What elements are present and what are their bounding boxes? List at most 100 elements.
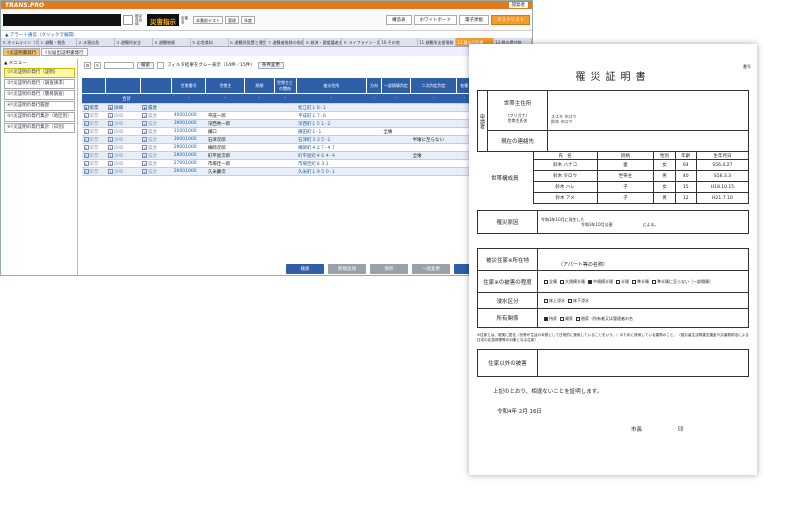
bottom-button-0[interactable]: 検索 [286, 264, 324, 274]
ownership_options-option[interactable]: 借家（所有者又は管理者の名 [573, 316, 633, 321]
form-button[interactable]: ▪ 帳票 [81, 143, 106, 152]
disaster-name-field[interactable]: 本番前テスト [193, 15, 223, 24]
step-tab-7[interactable]: ７.避難者推移の指導 [266, 38, 305, 46]
damage_options-option[interactable]: 準半壊に至らない（一部損壊） [649, 279, 713, 284]
checkbox-icon[interactable] [616, 280, 620, 284]
form-button[interactable]: ▪ 帳票 [81, 119, 106, 128]
menu-item-2[interactable]: ③ﾘ災証明の発行（簡易調査） [4, 90, 75, 100]
alert-link[interactable]: ▲ アラート通信（クリックで展開） [1, 31, 532, 38]
history-button[interactable]: ▪ 履歴 [140, 143, 172, 152]
header-select-button[interactable] [123, 14, 133, 25]
history-button[interactable]: ▪ 履歴 [140, 111, 172, 120]
year-field[interactable]: 年度 [241, 15, 255, 24]
step-tab-0[interactable]: ０.タイムライン（クロノロジー） [1, 38, 39, 46]
menu-item-4[interactable]: ⑤ﾘ災証明の発行集計（地区別） [4, 112, 75, 122]
menu-item-3[interactable]: ④ﾘ災証明の発行履歴 [4, 101, 75, 111]
history-button[interactable]: ▪ 履歴 [140, 167, 172, 176]
column-header-2[interactable] [139, 77, 173, 94]
detail-button[interactable]: ▪ 詳細 [105, 151, 140, 160]
step-tab-1[interactable]: １.避難・救急 [39, 38, 77, 46]
bottom-button-2[interactable]: 保存 [370, 264, 408, 274]
step-tab-11[interactable]: 11.避難所支援情報 [418, 38, 457, 46]
damage_options-option[interactable]: 中規模半壊 [585, 279, 613, 284]
step-tab-9[interactable]: ９.ライフライン・通信 [342, 38, 381, 46]
form-button[interactable]: ▪ 帳票 [81, 127, 106, 136]
history-button[interactable]: ▪ 履歴 [140, 159, 172, 168]
column-header-4[interactable]: 世帯主 [205, 77, 246, 94]
damage_options-option[interactable]: 準半壊 [629, 279, 649, 284]
form-button[interactable]: ▪ 帳票 [81, 159, 106, 168]
form-button[interactable]: ▪ 帳票 [81, 167, 106, 176]
menu-item-0[interactable]: ①ﾘ災証明の発行（証明） [4, 68, 75, 78]
tab-certificate-issue[interactable]: ﾘ災証明書発行 [3, 48, 41, 56]
flood_options-option[interactable]: 床下浸水 [565, 298, 589, 303]
bottom-button-3[interactable]: 一括変更 [412, 264, 450, 274]
history-button[interactable]: ▪ 履歴 [140, 135, 172, 144]
detail-button[interactable]: ▪ 詳細 [105, 143, 140, 152]
checkbox-icon[interactable] [652, 280, 656, 284]
history-button[interactable]: ▪ 履歴 [140, 127, 172, 136]
mgr-field[interactable]: 管理 [225, 15, 239, 24]
tab-report-certificate-issue[interactable]: ﾘ災届出証明書発行 [41, 48, 88, 56]
column-header-6[interactable]: 世帯主との関係 [273, 77, 297, 94]
detail-button[interactable]: ▪ 詳細 [105, 127, 140, 136]
tasklist-button[interactable]: タスクリスト [491, 14, 530, 25]
step-tab-2[interactable]: ２.水害応急 [77, 38, 115, 46]
detail-button[interactable]: ▪ 詳細 [105, 159, 140, 168]
ownership_options-option[interactable]: 持家 [541, 316, 557, 321]
column-header-7[interactable]: 被災住所 [295, 77, 368, 94]
detail-button[interactable]: ▪ 詳細 [105, 111, 140, 120]
damage_options-option[interactable]: 大規模半壊 [557, 279, 585, 284]
ownership_options-option[interactable]: 貸家 [557, 316, 573, 321]
checkbox-icon[interactable] [544, 316, 548, 321]
form-button[interactable]: ▪ 帳票 [81, 135, 106, 144]
structure-button[interactable]: 構造表 [386, 14, 412, 25]
whiteboard-button[interactable]: ホワイトボード [413, 14, 457, 25]
column-header-10[interactable]: 二次判定判定 [410, 77, 458, 94]
history-button[interactable]: ▪ 履歴 [140, 151, 172, 160]
history-button[interactable]: ▪ 履歴 [140, 119, 172, 128]
edit-icon[interactable]: ✎ [94, 61, 101, 69]
checkbox-icon[interactable] [560, 316, 564, 321]
gray-toggle-checkbox[interactable] [157, 61, 164, 69]
column-header-5[interactable]: 続柄 [244, 77, 275, 94]
step-tab-3[interactable]: ３.避難所安全 [115, 38, 153, 46]
menu-item-5[interactable]: ⑥ﾘ災証明の発行集計（日別） [4, 123, 75, 133]
checkbox-icon[interactable] [576, 316, 580, 321]
column-header-1[interactable] [105, 77, 141, 94]
step-tab-8[interactable]: ８.救済・要援護者支援 [304, 38, 343, 46]
checkbox-icon[interactable] [560, 280, 564, 284]
detail-button[interactable]: ▪ 詳細 [105, 119, 140, 128]
column-header-8[interactable]: 方向 [366, 77, 382, 94]
checkbox-icon[interactable] [632, 280, 636, 284]
checkbox-icon[interactable] [568, 299, 572, 303]
user-badge[interactable]: 開発者 [508, 2, 528, 8]
menu-title[interactable]: ▲ メニュー [2, 59, 77, 67]
settings-icon[interactable]: ⚙ [84, 61, 91, 69]
column-header-3[interactable]: 世帯番号 [171, 77, 207, 94]
disaster-indicator[interactable]: 災害指示 [147, 13, 179, 26]
search-button[interactable]: 検索 [137, 61, 154, 69]
filter-input[interactable] [104, 61, 134, 69]
step-tab-10[interactable]: 10.その他 [380, 38, 419, 46]
history-button[interactable]: ▪ 履歴 [140, 103, 172, 112]
form-button[interactable]: ▪ 帳票 [81, 151, 106, 160]
checkbox-icon[interactable] [544, 280, 548, 284]
column-header-0[interactable] [80, 77, 107, 94]
bottom-button-1[interactable]: 新規追加 [328, 264, 366, 274]
step-tab-6[interactable]: ６.避難所設置と運営 [229, 38, 267, 46]
menu-item-1[interactable]: ②ﾘ災証明の発行（調査請求） [4, 79, 75, 89]
detail-button[interactable]: ▪ 詳細 [105, 103, 140, 112]
detail-button[interactable]: ▪ 詳細 [105, 167, 140, 176]
checkbox-icon[interactable] [588, 280, 592, 284]
damage_options-option[interactable]: 半壊 [613, 279, 629, 284]
checkbox-icon[interactable] [544, 299, 548, 303]
flood_options-option[interactable]: 床上浸水 [541, 298, 565, 303]
blackboard-button[interactable]: 電子黒板 [459, 14, 489, 25]
step-tab-4[interactable]: ４.避難物資 [153, 38, 191, 46]
form-button[interactable]: ▪ 帳票 [81, 111, 106, 120]
change-condition-button[interactable]: 条件変更 [257, 61, 284, 69]
form-button[interactable]: ▪ 帳票 [81, 103, 106, 112]
step-tab-5[interactable]: ５.応急食料 [191, 38, 229, 46]
column-header-9[interactable]: 一部損壊判定 [380, 77, 412, 94]
